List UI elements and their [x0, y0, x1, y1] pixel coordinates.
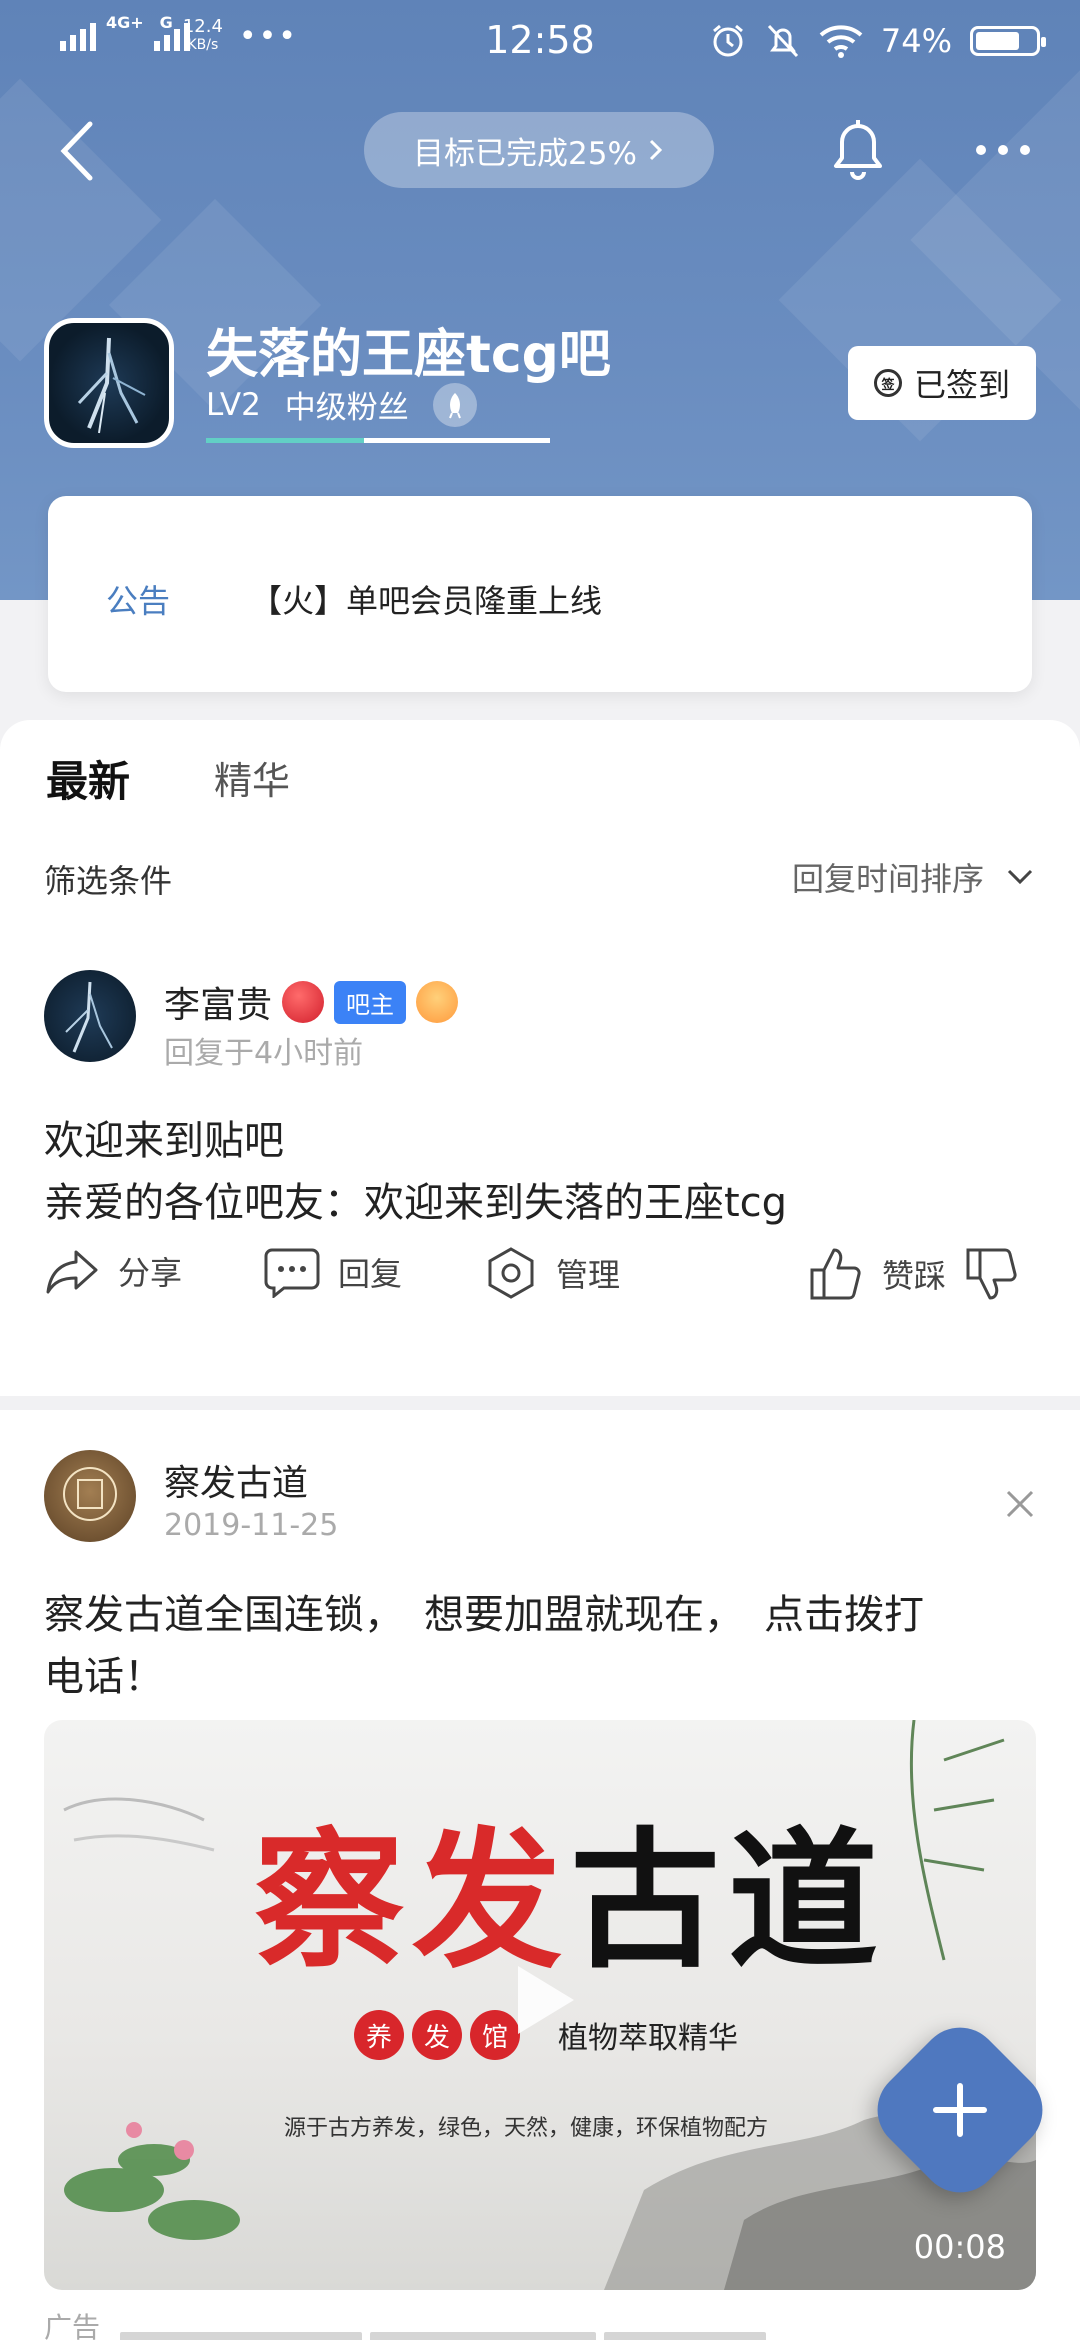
manage-icon [488, 1247, 534, 1299]
plus-icon[interactable] [890, 2040, 1030, 2180]
author-name[interactable]: 李富贵 [164, 976, 272, 1028]
bell-icon[interactable] [826, 114, 890, 184]
brand-logo-image [63, 1467, 117, 1521]
announcement-card[interactable]: 公告 【火】单吧会员隆重上线 [48, 496, 1032, 692]
video-tagline: 源于古方养发，绿色，天然，健康，环保植物配方 [284, 2116, 769, 2141]
chevron-right-icon [649, 139, 663, 161]
post-line: 欢迎来到贴吧 [44, 1118, 284, 1164]
battery-icon [970, 26, 1046, 56]
post-meta: 回复于4小时前 [164, 1036, 364, 1071]
section-divider [0, 1396, 1080, 1410]
wifi-icon [819, 25, 863, 58]
level-label: LV2 [206, 386, 261, 423]
fan-badge-icon [416, 981, 459, 1023]
angry-emoji-icon [282, 981, 325, 1023]
video-duration: 00:08 [913, 2228, 1006, 2266]
reply-button[interactable]: 回复 [264, 1246, 402, 1298]
post-actions: 分享 回复 管理 赞踩 [0, 1246, 1080, 1336]
avatar[interactable] [44, 970, 136, 1062]
manage-button[interactable]: 管理 [484, 1246, 620, 1300]
sort-label: 回复时间排序 [791, 860, 984, 898]
tab-latest[interactable]: 最新 [46, 748, 130, 809]
sign-in-icon: 签 [873, 369, 902, 397]
back-icon[interactable] [50, 116, 110, 186]
reply-label: 回复 [338, 1255, 403, 1293]
signed-label: 已签到 [913, 366, 1010, 404]
vote-label: 赞踩 [882, 1257, 947, 1295]
status-bar: 4G+ G 12.4 KB/s ••• 12:58 74% [0, 0, 1080, 84]
author-name[interactable]: 察发古道 [164, 1454, 308, 1506]
forum-logo-image [77, 337, 146, 434]
ad-author-row: 察发古道 [164, 1454, 308, 1506]
share-button[interactable]: 分享 [44, 1246, 182, 1296]
forum-avatar[interactable] [44, 318, 174, 448]
vote-controls: 赞踩 [808, 1246, 1020, 1302]
close-icon[interactable] [1000, 1484, 1040, 1524]
post-line: 电话！ [44, 1654, 164, 1700]
post-content[interactable]: 欢迎来到贴吧 亲爱的各位吧友：欢迎来到失落的王座tcg [44, 1110, 787, 1234]
rocket-icon [432, 382, 477, 427]
filter-button[interactable]: 筛选条件 [44, 856, 172, 902]
share-icon [46, 1250, 98, 1294]
avatar-image [65, 981, 113, 1053]
battery-percent: 74% [880, 22, 952, 60]
ad-label: 广告 [44, 2311, 101, 2340]
announcement-text: 【火】单吧会员隆重上线 [250, 582, 603, 620]
avatar[interactable] [44, 1450, 136, 1542]
level-progress-bar [206, 438, 550, 443]
ad-content[interactable]: 察发古道全国连锁， 想要加盟就现在， 点击拨打 电话！ [44, 1584, 924, 1708]
more-options-button[interactable] [976, 130, 1046, 170]
alarm-icon [712, 24, 743, 57]
ad-image-strip [120, 2332, 766, 2340]
forum-level-info[interactable]: LV2 中级粉丝 [206, 382, 477, 427]
owner-badge: 吧主 [334, 980, 407, 1024]
thumbs-up-icon[interactable] [808, 1246, 864, 1302]
ad-video-player[interactable]: 察发古道 养 发 馆 植物萃取精华 源于古方养发，绿色，天然，健康，环保植物配方… [44, 1720, 1036, 2290]
rank-label: 中级粉丝 [284, 390, 409, 426]
goal-progress-button[interactable]: 目标已完成25% [364, 112, 714, 188]
announcement-tag: 公告 [106, 582, 171, 620]
tab-featured[interactable]: 精华 [214, 750, 290, 805]
forum-name: 失落的王座tcg吧 [206, 325, 611, 385]
post-line: 亲爱的各位吧友：欢迎来到失落的王座tcg [44, 1180, 788, 1226]
comment-icon [264, 1248, 320, 1298]
post-line: 察发古道全国连锁， 想要加盟就现在， 点击拨打 [44, 1592, 924, 1638]
thumbs-down-icon[interactable] [964, 1246, 1020, 1302]
signed-in-button[interactable]: 签 已签到 [848, 346, 1036, 420]
mute-icon [767, 24, 798, 58]
chevron-down-icon [1007, 869, 1033, 885]
goal-label: 目标已完成25% [413, 135, 637, 172]
post-date: 2019-11-25 [164, 1508, 339, 1543]
play-icon[interactable] [510, 1960, 580, 2040]
post-author-row: 李富贵 吧主 [164, 976, 459, 1028]
manage-label: 管理 [556, 1256, 621, 1294]
sort-dropdown[interactable]: 回复时间排序 [792, 854, 1034, 900]
share-label: 分享 [118, 1254, 183, 1292]
